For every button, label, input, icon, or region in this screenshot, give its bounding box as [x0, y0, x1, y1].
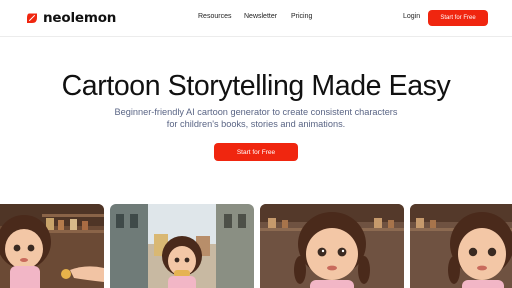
- cartoon-girl-portrait-image: [410, 204, 512, 288]
- brand-name: neolemon: [43, 10, 117, 26]
- cartoon-girl-portrait-image: [260, 204, 404, 288]
- nav-link-resources[interactable]: Resources: [198, 13, 231, 20]
- nav-link-newsletter[interactable]: Newsletter: [244, 13, 277, 20]
- hero-subtitle: Beginner-friendly AI cartoon generator t…: [0, 106, 512, 130]
- hero-title: Cartoon Storytelling Made Easy: [61, 70, 451, 102]
- hero-start-free-button[interactable]: Start for Free: [214, 143, 298, 161]
- nav-start-free-button[interactable]: Start for Free: [428, 10, 488, 26]
- gallery-card-4: [410, 204, 512, 288]
- gallery-card-2: [110, 204, 254, 288]
- cartoon-girl-street-image: [110, 204, 254, 288]
- cartoon-girl-shop-image: [0, 204, 104, 288]
- lemon-logo-icon: [27, 13, 37, 23]
- top-navigation: neolemon Resources Newsletter Pricing Lo…: [0, 0, 512, 37]
- hero-subtitle-line-2: for children's books, stories and animat…: [166, 119, 346, 129]
- nav-link-pricing[interactable]: Pricing: [291, 13, 312, 20]
- gallery-card-1: [0, 204, 104, 288]
- brand-logo[interactable]: neolemon: [26, 10, 116, 26]
- gallery-card-3: [260, 204, 404, 288]
- login-link[interactable]: Login: [403, 13, 420, 20]
- example-gallery: [0, 204, 512, 288]
- hero-subtitle-line-1: Beginner-friendly AI cartoon generator t…: [114, 107, 398, 117]
